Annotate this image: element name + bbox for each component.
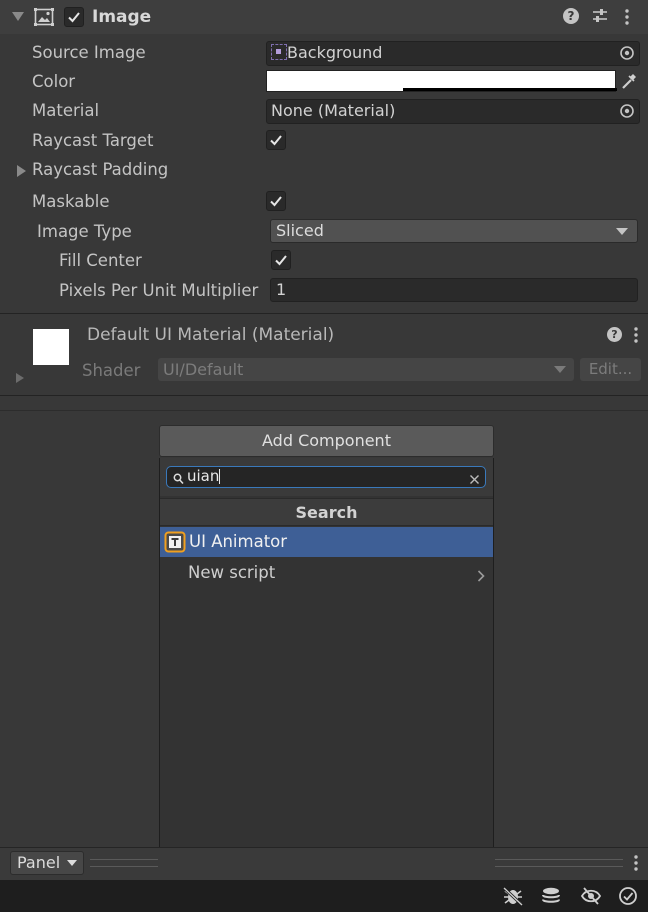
object-picker-icon[interactable] <box>616 42 638 64</box>
help-icon[interactable]: ? <box>563 8 579 24</box>
fill-center-label: Fill Center <box>59 251 142 270</box>
script-icon <box>164 531 186 553</box>
add-component-button[interactable]: Add Component <box>159 425 494 457</box>
visibility-off-icon[interactable] <box>580 886 602 910</box>
bottom-panel-toolbar: Panel <box>0 847 648 881</box>
maskable-label: Maskable <box>32 192 110 211</box>
search-query-text: uian <box>187 467 220 485</box>
resize-handle-right[interactable] <box>495 859 623 867</box>
image-type-value: Sliced <box>276 221 324 240</box>
material-section-title: Default UI Material (Material) <box>87 325 335 345</box>
raycast-target-label: Raycast Target <box>32 131 154 150</box>
image-component-icon <box>34 8 54 30</box>
result-item-new-script[interactable]: New script <box>160 558 493 588</box>
image-type-dropdown[interactable]: Sliced <box>270 219 638 243</box>
panel-menu-icon[interactable] <box>633 854 639 876</box>
raycast-target-checkbox[interactable] <box>266 130 286 150</box>
panel-dropdown-arrow-icon <box>67 860 77 866</box>
panel-dropdown[interactable]: Panel <box>10 851 84 875</box>
ppu-label: Pixels Per Unit Multiplier <box>59 281 259 300</box>
text-cursor <box>219 469 220 484</box>
foldout-arrow-icon[interactable] <box>12 12 24 21</box>
color-label: Color <box>32 72 76 91</box>
clear-search-icon[interactable] <box>469 470 480 489</box>
source-image-field[interactable]: Background <box>266 41 640 66</box>
component-search-input[interactable]: uian <box>166 466 486 488</box>
dropdown-arrow-icon <box>616 228 628 235</box>
debug-icon[interactable] <box>502 886 524 910</box>
component-menu-icon[interactable] <box>624 8 630 30</box>
material-field[interactable]: None (Material) <box>266 99 640 124</box>
component-enabled-checkbox[interactable] <box>64 7 84 27</box>
eyedropper-icon[interactable] <box>620 71 638 95</box>
ppu-input[interactable]: 1 <box>270 278 638 302</box>
material-help-icon[interactable]: ? <box>607 327 622 342</box>
material-foldout-icon[interactable] <box>16 373 24 383</box>
result-label: UI Animator <box>189 532 288 551</box>
status-check-icon[interactable] <box>618 886 638 910</box>
shader-value: UI/Default <box>163 360 244 379</box>
source-image-value: Background <box>287 43 383 62</box>
shader-dropdown-arrow-icon <box>554 366 566 373</box>
result-label: New script <box>188 563 276 582</box>
resize-handle-left[interactable] <box>90 859 158 867</box>
status-bar <box>0 880 648 912</box>
raycast-padding-label[interactable]: Raycast Padding <box>32 160 168 179</box>
component-title: Image <box>92 7 152 27</box>
layers-icon[interactable] <box>540 886 562 910</box>
result-item-ui-animator[interactable]: UI Animator <box>160 527 493 557</box>
material-value: None (Material) <box>271 101 396 120</box>
raycast-padding-foldout-icon[interactable] <box>17 165 26 177</box>
search-results-header: Search <box>160 498 493 526</box>
material-preview-thumbnail <box>33 329 69 365</box>
panel-dropdown-label: Panel <box>17 853 61 872</box>
color-swatch[interactable] <box>266 70 617 92</box>
material-picker-icon[interactable] <box>616 100 638 122</box>
add-component-popup: uian Search UI Animator New script <box>159 458 494 912</box>
component-header: Image ? <box>0 0 648 34</box>
fill-center-checkbox[interactable] <box>271 250 291 270</box>
shader-dropdown: UI/Default <box>158 358 574 381</box>
sprite-icon <box>271 44 287 60</box>
ppu-value: 1 <box>276 280 287 299</box>
chevron-right-icon <box>477 567 485 586</box>
search-header-label: Search <box>295 503 358 522</box>
material-menu-icon[interactable] <box>633 326 639 348</box>
shader-edit-button: Edit... <box>580 358 641 381</box>
search-icon <box>173 470 184 489</box>
material-label: Material <box>32 101 100 120</box>
source-image-label: Source Image <box>32 43 146 62</box>
presets-icon[interactable] <box>591 8 609 28</box>
image-type-label: Image Type <box>37 222 132 241</box>
shader-label: Shader <box>82 361 141 380</box>
maskable-checkbox[interactable] <box>266 191 286 211</box>
